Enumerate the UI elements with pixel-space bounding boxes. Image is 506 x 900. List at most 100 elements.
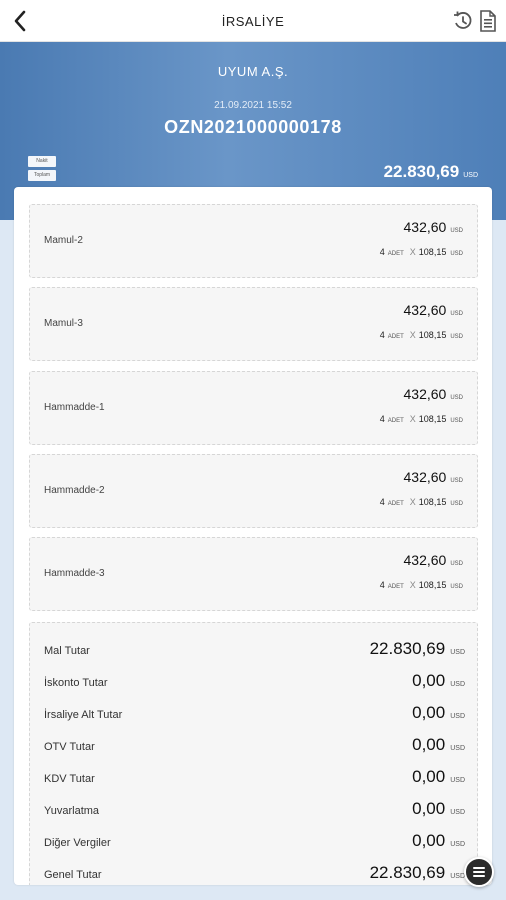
multiply-sign: X — [409, 580, 416, 590]
line-item[interactable]: Hammadde-2 432,60 USD 4 ADET X 108,15 USD — [29, 454, 478, 528]
item-price-currency: USD — [450, 501, 463, 507]
document-button[interactable] — [478, 10, 498, 32]
summary-amount: 0,00 — [412, 735, 446, 754]
item-currency: USD — [450, 311, 463, 317]
summary-amount: 0,00 — [412, 767, 446, 786]
item-amount-value: 432,60 — [403, 302, 447, 318]
summary-label: Mal Tutar — [44, 645, 90, 657]
summary-currency: USD — [450, 841, 465, 848]
item-amount-value: 432,60 — [403, 469, 447, 485]
item-unit: ADET — [387, 334, 404, 340]
page-title: İRSALİYE — [221, 14, 285, 29]
summary-label: İskonto Tutar — [44, 677, 108, 689]
multiply-sign: X — [409, 247, 416, 257]
item-amount-value: 432,60 — [403, 552, 447, 568]
item-price: 108,15 — [418, 497, 447, 507]
item-name: Hammadde-1 — [44, 402, 105, 413]
line-item[interactable]: Hammadde-1 432,60 USD 4 ADET X 108,15 USD — [29, 371, 478, 445]
item-price-currency: USD — [450, 418, 463, 424]
header-total: 22.830,69 USD — [384, 162, 478, 182]
item-price-currency: USD — [450, 584, 463, 590]
item-unit: ADET — [387, 501, 404, 507]
summary-amount: 0,00 — [412, 799, 446, 818]
document-card: Mamul-2 432,60 USD 4 ADET X 108,15 USD Mamul-… — [14, 187, 492, 885]
summary-label: Yuvarlatma — [44, 805, 100, 817]
total-currency: USD — [463, 172, 478, 179]
summary-currency: USD — [450, 873, 465, 880]
item-amount-value: 432,60 — [403, 219, 447, 235]
summary-label: İrsaliye Alt Tutar — [44, 709, 123, 721]
item-currency: USD — [450, 561, 463, 567]
multiply-sign: X — [409, 330, 416, 340]
line-item[interactable]: Hammadde-3 432,60 USD 4 ADET X 108,15 USD — [29, 537, 478, 611]
item-price: 108,15 — [418, 247, 447, 257]
item-quantity: 4 ADET X 108,15 USD — [380, 580, 463, 590]
summary-amount: 0,00 — [412, 831, 446, 850]
item-quantity: 4 ADET X 108,15 USD — [380, 497, 463, 507]
item-name: Mamul-2 — [44, 235, 83, 246]
item-amount: 432,60 USD — [404, 386, 464, 402]
tag-badge: Toplam — [28, 170, 56, 181]
document-icon — [480, 10, 496, 32]
summary-amount: 22.830,69 — [369, 863, 446, 882]
item-unit: ADET — [387, 251, 404, 257]
summary-row: OTV Tutar 0,00 USD — [30, 731, 479, 759]
summary-amount: 0,00 — [412, 671, 446, 690]
summary-value: 0,00 USD — [412, 831, 465, 851]
item-price-currency: USD — [450, 334, 463, 340]
summary-value: 0,00 USD — [412, 767, 465, 787]
document-date: 21.09.2021 15:52 — [214, 100, 292, 111]
item-qty-value: 4 — [379, 330, 385, 340]
summary-value: 22.830,69 USD — [370, 863, 465, 883]
summary-row: İrsaliye Alt Tutar 0,00 USD — [30, 699, 479, 727]
item-unit: ADET — [387, 584, 404, 590]
company-name: UYUM A.Ş. — [217, 64, 289, 79]
document-number: OZN2021000000178 — [164, 117, 342, 137]
item-amount: 432,60 USD — [404, 219, 464, 235]
multiply-sign: X — [409, 497, 416, 507]
top-bar: İRSALİYE — [0, 0, 506, 42]
line-item[interactable]: Mamul-3 432,60 USD 4 ADET X 108,15 USD — [29, 287, 478, 361]
line-item[interactable]: Mamul-2 432,60 USD 4 ADET X 108,15 USD — [29, 204, 478, 278]
item-name: Mamul-3 — [44, 318, 83, 329]
item-price: 108,15 — [418, 580, 447, 590]
summary-label: OTV Tutar — [44, 741, 95, 753]
summary-row: Yuvarlatma 0,00 USD — [30, 795, 479, 823]
summary-currency: USD — [450, 745, 465, 752]
item-amount: 432,60 USD — [404, 469, 464, 485]
summary-currency: USD — [450, 681, 465, 688]
summary-label: KDV Tutar — [44, 773, 95, 785]
item-amount-value: 432,60 — [403, 386, 447, 402]
summary-currency: USD — [450, 713, 465, 720]
summary-row: Genel Tutar 22.830,69 USD — [30, 859, 479, 885]
item-currency: USD — [450, 228, 463, 234]
item-name: Hammadde-3 — [44, 568, 105, 579]
summary-row: Diğer Vergiler 0,00 USD — [30, 827, 479, 855]
summary-currency: USD — [450, 649, 465, 656]
summary-value: 0,00 USD — [412, 799, 465, 819]
summary-label: Genel Tutar — [44, 869, 102, 881]
item-qty-value: 4 — [379, 247, 385, 257]
item-currency: USD — [450, 395, 463, 401]
item-price: 108,15 — [418, 330, 447, 340]
summary-value: 0,00 USD — [412, 703, 465, 723]
item-amount: 432,60 USD — [404, 302, 464, 318]
multiply-sign: X — [409, 414, 416, 424]
summary-row: KDV Tutar 0,00 USD — [30, 763, 479, 791]
item-qty-value: 4 — [379, 497, 385, 507]
summary-label: Diğer Vergiler — [44, 837, 111, 849]
summary-row: İskonto Tutar 0,00 USD — [30, 667, 479, 695]
summary-amount: 22.830,69 — [369, 639, 446, 658]
history-button[interactable] — [452, 10, 474, 32]
item-quantity: 4 ADET X 108,15 USD — [380, 414, 463, 424]
tag-badge: Nakit — [28, 156, 56, 167]
summary-value: 0,00 USD — [412, 735, 465, 755]
item-qty-value: 4 — [379, 414, 385, 424]
summary-amount: 0,00 — [412, 703, 446, 722]
history-icon — [454, 11, 472, 29]
summary-currency: USD — [450, 809, 465, 816]
item-price: 108,15 — [418, 414, 447, 424]
item-unit: ADET — [387, 418, 404, 424]
menu-button[interactable] — [464, 857, 494, 887]
summary-row: Mal Tutar 22.830,69 USD — [30, 635, 479, 663]
